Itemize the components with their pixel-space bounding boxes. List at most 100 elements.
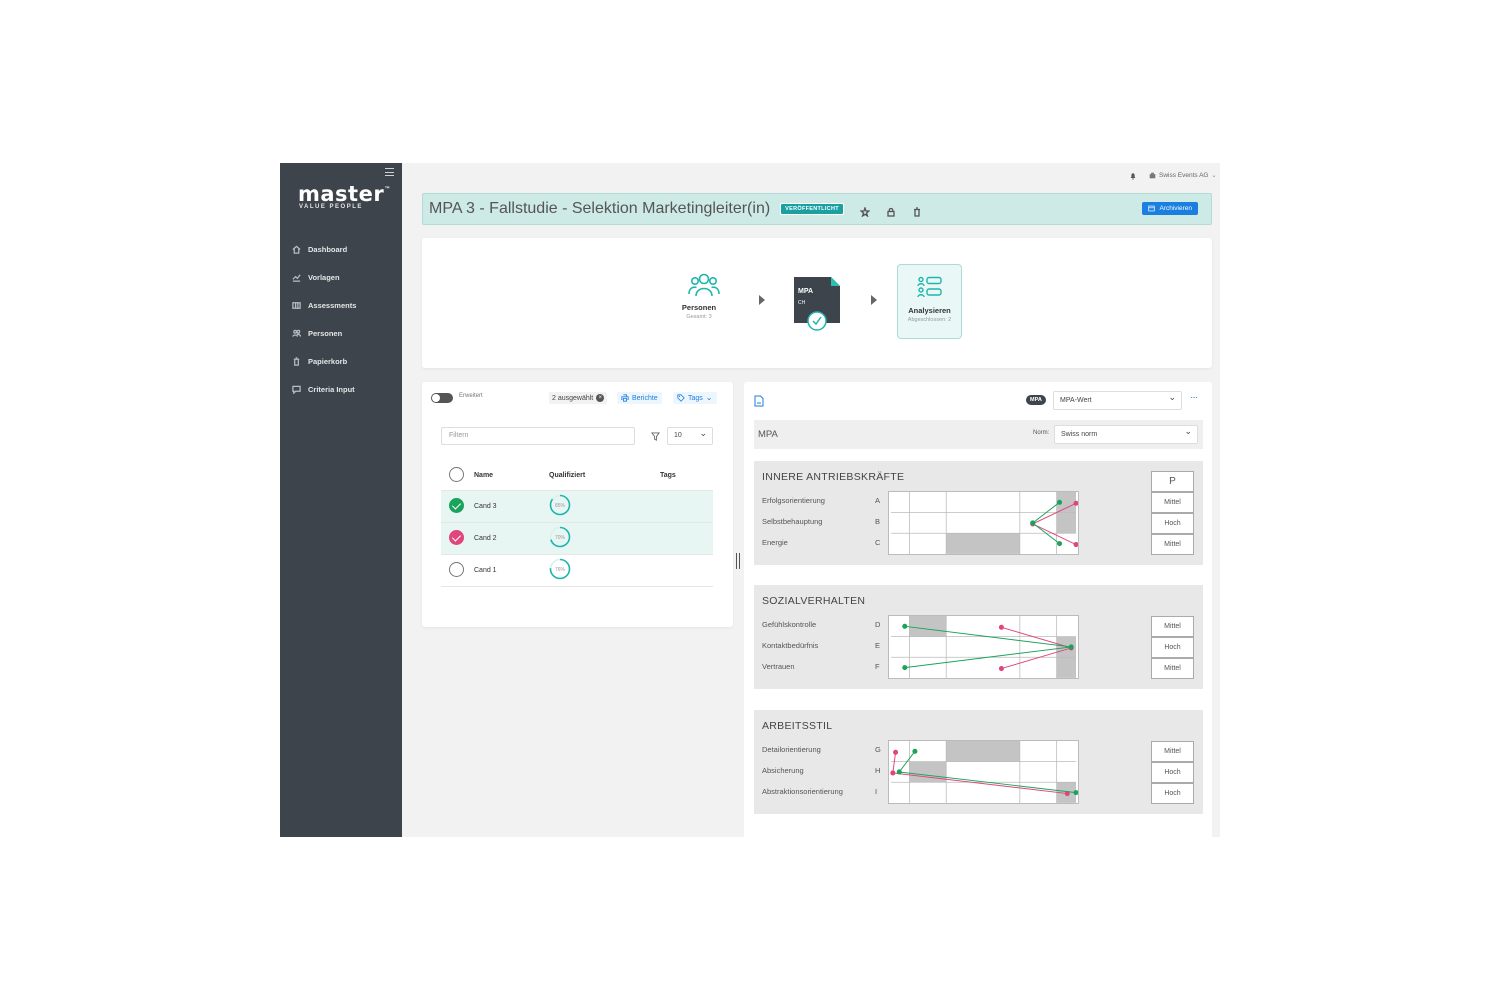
trait-letter: G (875, 745, 881, 754)
value-select[interactable]: MPA-Wert (1053, 389, 1182, 410)
tag-icon (677, 394, 685, 402)
trait-label: Energie (762, 538, 788, 547)
bell-icon[interactable] (1129, 172, 1137, 180)
org-name: Swiss Events AG (1159, 172, 1209, 179)
sidebar-nav: Dashboard Vorlagen Assessments Personen … (280, 235, 402, 403)
filter-input[interactable]: Filtern (441, 427, 635, 445)
trait-label: Erfolgsorientierung (762, 496, 825, 505)
tags-cell (660, 554, 713, 587)
section-2: ARBEITSSTIL Detailorientierung G Mittel Absi… (754, 710, 1203, 814)
select-all-checkbox[interactable] (449, 467, 464, 483)
app-window: master™ VALUE PEOPLE Dashboard Vorlagen … (280, 163, 1220, 837)
trait-label: Kontaktbedürfnis (762, 641, 819, 650)
doc-title: MPA (798, 288, 814, 295)
sidebar-item-dashboard[interactable]: Dashboard (280, 235, 402, 263)
table-row[interactable]: Cand 3 85% (441, 490, 713, 523)
pink-profile-point (998, 624, 1004, 630)
norm-select[interactable]: Swiss norm (1054, 423, 1198, 444)
table-row[interactable]: Cand 2 70% (441, 522, 713, 555)
p-column-header: P (1151, 471, 1194, 492)
tags-label: Tags (688, 394, 703, 402)
sidebar-item-personen[interactable]: Personen (280, 319, 402, 347)
table-row[interactable]: Cand 1 76% (441, 554, 713, 587)
green-profile-point (1030, 520, 1036, 526)
norm-label: Norm: (1033, 430, 1050, 436)
step-persons[interactable]: Personen Gesamt: 3 (678, 272, 720, 320)
trait-letter: C (875, 538, 881, 547)
people-icon (291, 328, 301, 338)
sidebar-item-criteria-input[interactable]: Criteria Input (280, 375, 402, 403)
tags-cell (660, 522, 713, 555)
sidebar-item-papierkorb[interactable]: Papierkorb (280, 347, 402, 375)
row-checkbox[interactable] (449, 561, 464, 577)
step-document[interactable]: MPA CH (794, 277, 842, 333)
trash-icon[interactable] (912, 204, 922, 217)
topbar: Swiss Events AG ⌄ (402, 163, 1220, 191)
trait-label: Selbstbehauptung (762, 517, 823, 526)
reports-button[interactable]: Berichte (617, 392, 662, 404)
green-profile-point (902, 665, 908, 671)
p-value-box: Hoch (1151, 783, 1194, 804)
home-icon (291, 244, 301, 254)
menu-toggle-icon[interactable] (385, 168, 394, 176)
resize-handle[interactable] (736, 553, 740, 569)
p-value-box: Hoch (1151, 513, 1194, 534)
filter-icon[interactable] (651, 432, 660, 441)
arrow-right-icon (759, 295, 765, 305)
pdf-icon[interactable] (754, 395, 764, 407)
trait-letter: F (875, 662, 880, 671)
org-switcher[interactable]: Swiss Events AG ⌄ (1149, 172, 1217, 179)
pink-profile-point (1073, 500, 1078, 506)
col-tags[interactable]: Tags (660, 462, 713, 491)
sidebar-item-vorlagen[interactable]: Vorlagen (280, 263, 402, 291)
map-icon (291, 300, 301, 310)
trait-letter: E (875, 641, 881, 650)
row-checkbox[interactable] (449, 529, 464, 545)
green-profile-point (1057, 499, 1063, 505)
sidebar-item-label: Papierkorb (308, 356, 348, 366)
sidebar-item-label: Assessments (308, 300, 357, 310)
green-profile-point (1073, 790, 1078, 796)
page-size-select[interactable]: 10 (667, 425, 713, 445)
tags-dropdown[interactable]: Tags ⌄ (673, 392, 717, 404)
logo: master™ (298, 182, 391, 206)
clear-selection-icon[interactable]: × (596, 394, 605, 402)
reports-label: Berichte (632, 394, 658, 402)
lock-icon[interactable] (886, 204, 896, 217)
trait-letter: A (875, 496, 881, 505)
pink-profile-point (998, 666, 1004, 672)
select-all-cell (441, 462, 474, 491)
advanced-toggle[interactable] (431, 393, 453, 403)
people-icon (688, 273, 720, 297)
p-value-box: Mittel (1151, 534, 1194, 555)
candidate-name: Cand 3 (474, 490, 549, 523)
candidate-name: Cand 2 (474, 522, 549, 555)
norm-band (909, 761, 947, 783)
green-profile-point (1068, 644, 1074, 650)
results-panel: MPA MPA-Wert ··· MPA Norm: Swiss norm IN… (744, 382, 1212, 837)
pin-icon[interactable] (859, 204, 871, 218)
page-title: MPA 3 - Fallstudie - Selektion Marketing… (429, 200, 771, 217)
col-name[interactable]: Name (474, 462, 549, 491)
profile-grid (888, 740, 1079, 804)
col-qualified[interactable]: Qualifiziert (549, 462, 660, 491)
qualified-value: 76% (555, 567, 566, 573)
qualified-cell: 70% (549, 522, 660, 555)
step-analyse[interactable]: Analysieren Abgeschlossen: 2 (897, 264, 962, 339)
sidebar-item-assessments[interactable]: Assessments (280, 291, 402, 319)
section-0: INNERE ANTRIEBSKRÄFTE P Erfolgsorientierun… (754, 461, 1203, 565)
archive-button[interactable]: Archivieren (1142, 202, 1198, 215)
sidebar-item-label: Vorlagen (308, 272, 340, 282)
qualified-ring: 70% (549, 526, 571, 548)
logo-tagline: VALUE PEOPLE (299, 204, 363, 210)
archive-label: Archivieren (1159, 205, 1192, 212)
qualified-value: 85% (555, 503, 566, 509)
candidates-panel: Erweitert 2 ausgewählt × Berichte Tags ⌄… (422, 382, 733, 627)
section-title: SOZIALVERHALTEN (762, 595, 866, 607)
trash-icon (291, 356, 301, 366)
more-icon[interactable]: ··· (1190, 392, 1198, 403)
sidebar-item-label: Personen (308, 328, 343, 338)
trait-label: Abstraktionsorientierung (762, 787, 843, 796)
p-value-box: Mittel (1151, 658, 1194, 679)
row-checkbox[interactable] (449, 497, 464, 513)
